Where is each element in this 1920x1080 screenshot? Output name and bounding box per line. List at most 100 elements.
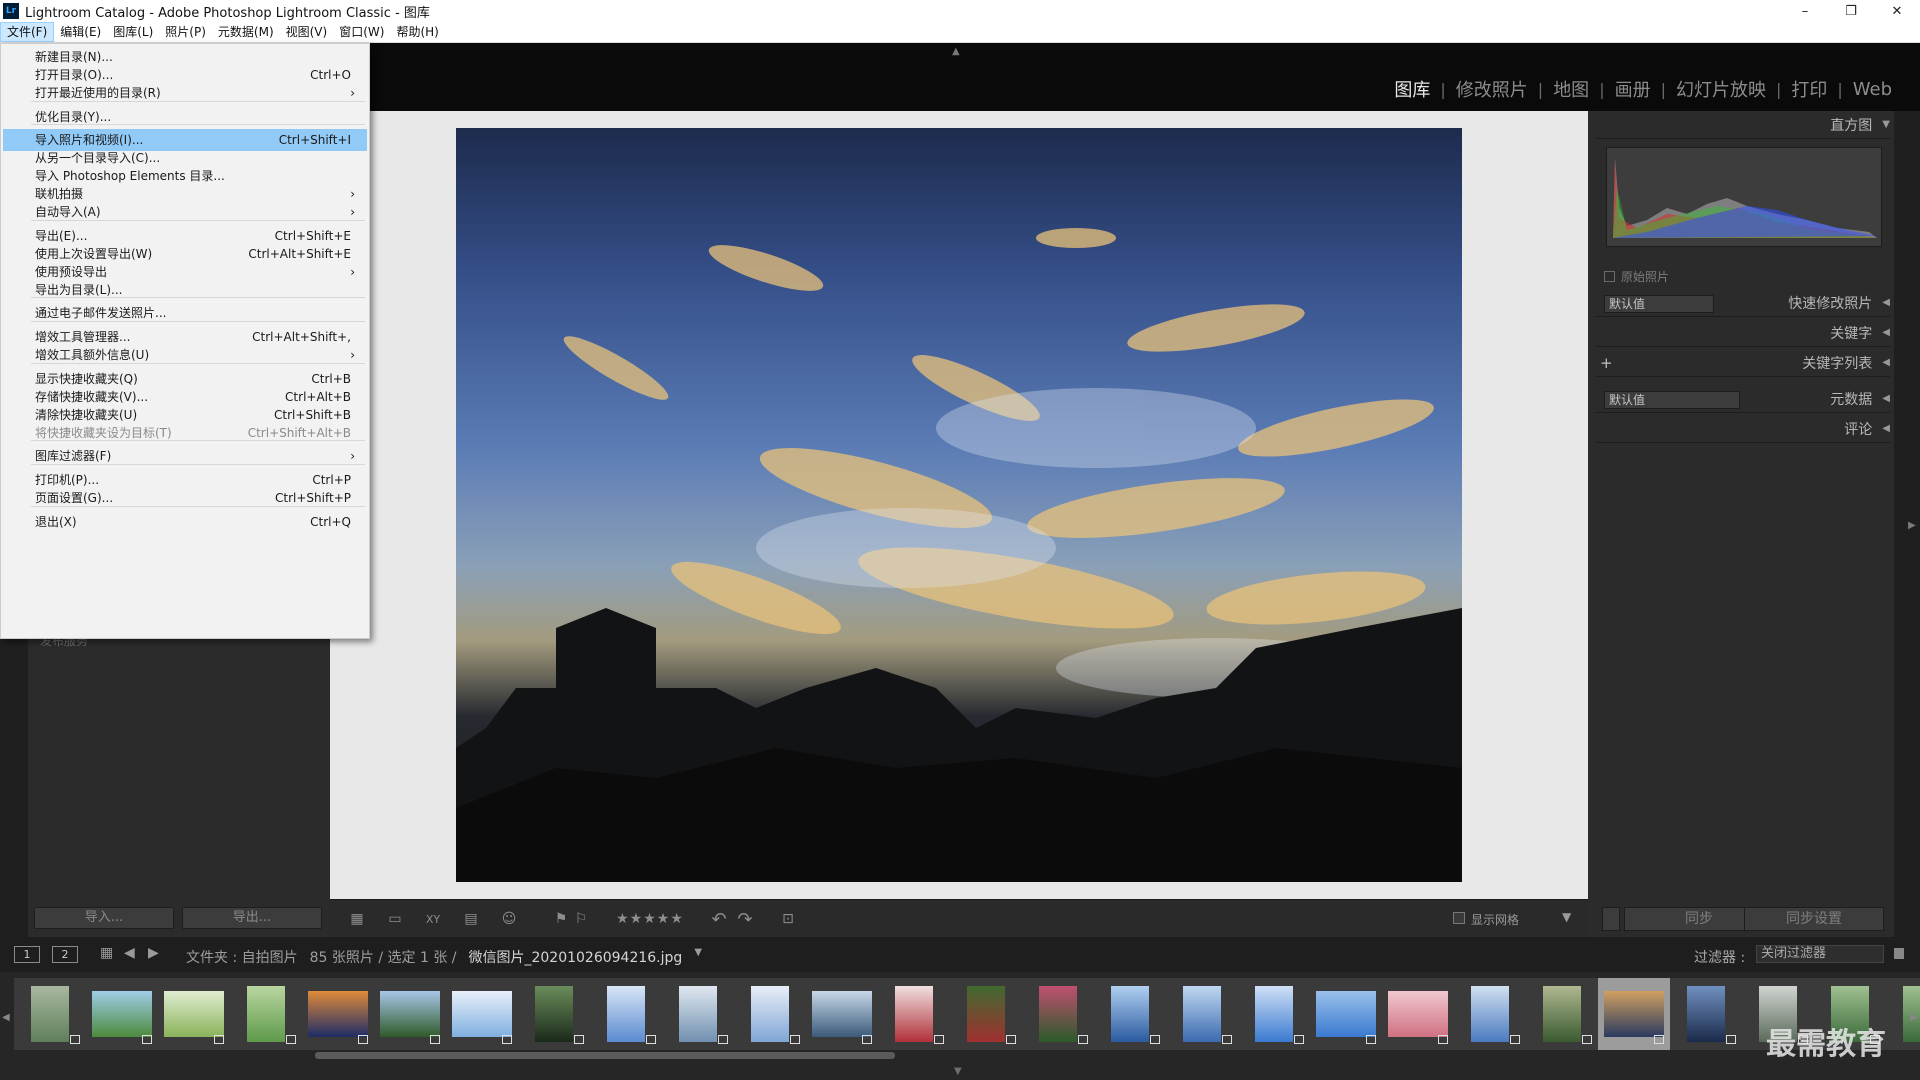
file-menu-item-label: 打开最近使用的目录(R): [35, 86, 161, 100]
flag-icon[interactable]: ⚑: [552, 909, 570, 929]
show-grid-checkbox[interactable]: [1453, 912, 1465, 924]
module-2[interactable]: 地图: [1543, 76, 1599, 102]
menu-5[interactable]: 视图(V): [280, 22, 334, 42]
filmstrip-thumbnail[interactable]: [1166, 978, 1238, 1050]
filmstrip: ◀ ▼ ▶: [0, 972, 1920, 1080]
menu-0[interactable]: 文件(F): [0, 22, 55, 42]
import-button[interactable]: 导入...: [34, 907, 174, 929]
sync-toggle-switch[interactable]: [1602, 907, 1620, 931]
loupe-view-icon[interactable]: ▭: [380, 909, 410, 929]
primary-window-button[interactable]: 1: [14, 946, 40, 963]
module-6[interactable]: Web: [1843, 79, 1902, 100]
quick-develop-header[interactable]: 快速修改照片 ◀: [1596, 289, 1890, 317]
file-menu-item-label: 显示快捷收藏夹(Q): [35, 372, 138, 386]
rotate-left-icon[interactable]: ↶: [708, 909, 730, 930]
filmstrip-thumbnail[interactable]: [1454, 978, 1526, 1050]
crop-overlay-icon[interactable]: ⊡: [776, 909, 800, 929]
collapse-filmstrip-icon[interactable]: ▼: [954, 1066, 962, 1077]
menu-2[interactable]: 图库(L): [107, 22, 159, 42]
module-1[interactable]: 修改照片: [1446, 76, 1538, 102]
menu-4[interactable]: 元数据(M): [212, 22, 280, 42]
keywording-header[interactable]: 关键字 ◀: [1596, 319, 1890, 347]
original-photo-checkbox[interactable]: 原始照片: [1604, 268, 1669, 285]
breadcrumb[interactable]: 文件夹 : 自拍图片 85 张照片 / 选定 1 张 / 微信图片_202010…: [186, 947, 702, 967]
file-menu-item-label: 打开目录(O)...: [35, 68, 114, 82]
filmstrip-thumbnail[interactable]: [806, 978, 878, 1050]
back-arrow-icon[interactable]: ◀: [124, 945, 135, 961]
menu-7[interactable]: 帮助(H): [390, 22, 444, 42]
expand-right-panel-icon[interactable]: ▶: [1908, 520, 1916, 531]
right-panel-edge[interactable]: [1894, 111, 1920, 937]
filmstrip-thumbnail[interactable]: [878, 978, 950, 1050]
sync-settings-button[interactable]: 同步设置: [1744, 907, 1884, 931]
reject-flag-icon[interactable]: ⚐: [572, 909, 590, 929]
module-5[interactable]: 打印: [1781, 76, 1837, 102]
compare-view-icon[interactable]: XY: [418, 909, 448, 929]
export-button[interactable]: 导出...: [182, 907, 322, 929]
chevron-down-icon[interactable]: ▼: [694, 947, 702, 967]
filmstrip-thumbnail[interactable]: [230, 978, 302, 1050]
thumbnail-badge-icon: [1654, 1035, 1664, 1044]
menu-3[interactable]: 照片(P): [159, 22, 212, 42]
filmstrip-thumbnail[interactable]: [950, 978, 1022, 1050]
filmstrip-thumbnail[interactable]: [14, 978, 86, 1050]
histogram-header[interactable]: 直方图 ▼: [1596, 111, 1890, 139]
toolbar-options-chevron-down-icon[interactable]: ▼: [1562, 910, 1571, 924]
thumbnail-image: [1388, 991, 1448, 1037]
metadata-header[interactable]: 元数据 ◀: [1596, 385, 1890, 413]
filmstrip-right-arrow-icon[interactable]: ▶: [1910, 1012, 1918, 1023]
collapse-top-panel-icon[interactable]: ▲: [952, 46, 960, 57]
thumbnail-badge-icon: [70, 1035, 80, 1044]
survey-view-icon[interactable]: ▤: [456, 909, 486, 929]
filmstrip-thumbnail[interactable]: [374, 978, 446, 1050]
grid-icon[interactable]: ▦: [100, 945, 113, 961]
filmstrip-thumbnail[interactable]: [158, 978, 230, 1050]
close-button[interactable]: ✕: [1874, 0, 1920, 22]
thumbnail-image: [1543, 986, 1581, 1042]
filter-lock-icon[interactable]: [1894, 948, 1904, 959]
keyword-list-header[interactable]: 关键字列表 ◀: [1596, 349, 1890, 377]
filmstrip-thumbnail[interactable]: [446, 978, 518, 1050]
file-menu-item[interactable]: 退出(X) Ctrl+Q: [3, 511, 367, 533]
file-menu-item-label: 增效工具额外信息(U): [35, 348, 150, 362]
filmstrip-thumbnail[interactable]: [518, 978, 590, 1050]
filmstrip-thumbnail[interactable]: [1382, 978, 1454, 1050]
file-menu-item-label: 导出(E)...: [35, 229, 88, 243]
rotate-right-icon[interactable]: ↷: [734, 909, 756, 930]
module-4[interactable]: 幻灯片放映: [1666, 76, 1776, 102]
thumbnail-image: [452, 991, 512, 1037]
filmstrip-thumbnail[interactable]: [302, 978, 374, 1050]
thumbnail-image: [607, 986, 645, 1042]
module-0[interactable]: 图库: [1384, 76, 1440, 102]
thumbnail-badge-icon: [574, 1035, 584, 1044]
filmstrip-thumbnail[interactable]: [1526, 978, 1598, 1050]
filmstrip-thumbnail[interactable]: [1094, 978, 1166, 1050]
filmstrip-thumbnail[interactable]: [1238, 978, 1310, 1050]
filmstrip-thumbnail[interactable]: [662, 978, 734, 1050]
filmstrip-scrollbar[interactable]: [315, 1052, 895, 1059]
comments-header[interactable]: 评论 ◀: [1596, 415, 1890, 443]
thumbnail-image: [380, 991, 440, 1037]
menu-6[interactable]: 窗口(W): [333, 22, 390, 42]
people-view-icon[interactable]: ☺: [494, 909, 524, 929]
grid-view-icon[interactable]: ▦: [342, 909, 372, 929]
filmstrip-thumbnail[interactable]: [1598, 978, 1670, 1050]
star-rating[interactable]: ★★★★★: [608, 909, 692, 929]
file-menu-item-label: 从另一个目录导入(C)...: [35, 151, 161, 165]
filmstrip-thumbnail[interactable]: [86, 978, 158, 1050]
filmstrip-thumbnail[interactable]: [1310, 978, 1382, 1050]
menu-1[interactable]: 编辑(E): [54, 22, 107, 42]
main-photo[interactable]: [456, 128, 1462, 882]
filmstrip-thumbnail[interactable]: [734, 978, 806, 1050]
secondary-window-button[interactable]: 2: [52, 946, 78, 963]
minimize-button[interactable]: –: [1782, 0, 1828, 22]
filmstrip-thumbnail[interactable]: [1022, 978, 1094, 1050]
module-3[interactable]: 画册: [1605, 76, 1661, 102]
filmstrip-thumbnail[interactable]: [1670, 978, 1742, 1050]
filmstrip-thumbnail[interactable]: [590, 978, 662, 1050]
restore-button[interactable]: ❐: [1828, 0, 1874, 22]
filmstrip-left-arrow-icon[interactable]: ◀: [2, 1012, 10, 1023]
filter-select[interactable]: 关闭过滤器: [1756, 945, 1884, 963]
menu-separator: [31, 220, 365, 221]
forward-arrow-icon[interactable]: ▶: [148, 945, 159, 961]
